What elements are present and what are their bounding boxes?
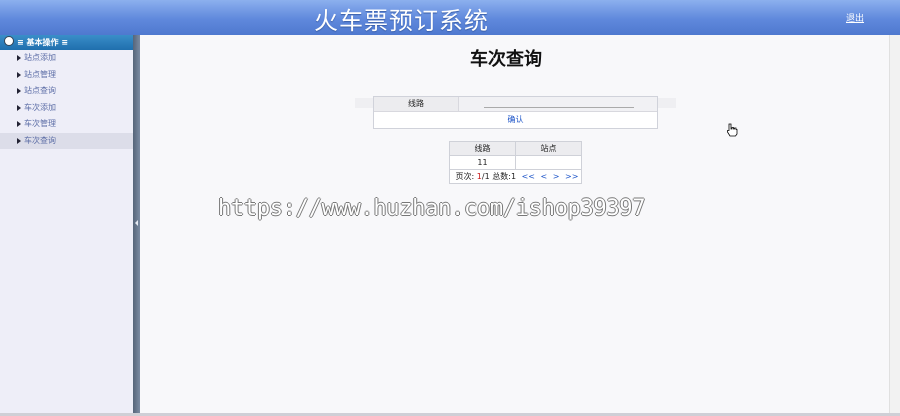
sidebar-splitter[interactable] — [133, 35, 140, 413]
result-table: 线路 站点 11 页次: 1/1 总数:1 << < > >> — [449, 141, 583, 184]
collapse-arrow-icon[interactable] — [135, 220, 138, 226]
pager-total-count: 1 — [510, 172, 517, 181]
route-input[interactable] — [484, 98, 634, 108]
arrow-right-icon — [17, 104, 21, 111]
menu-heading-label: ≡ 基本操作 ≡ — [17, 38, 68, 47]
arrow-right-icon — [17, 137, 21, 144]
cell-route: 11 — [449, 155, 516, 170]
pager-row: 页次: 1/1 总数:1 << < > >> — [449, 169, 582, 184]
pager-next-link[interactable]: > — [553, 172, 560, 181]
cell-station — [514, 155, 583, 170]
pager-total-pages: /1 — [481, 172, 490, 181]
top-header: 火车票预订系统 退出 — [0, 0, 900, 35]
sidebar-item-train-manage[interactable]: 车次管理 — [0, 116, 133, 133]
arrow-right-icon — [17, 121, 21, 127]
route-row: 线路 — [374, 97, 657, 112]
form-decor-right — [656, 98, 676, 108]
logout-link[interactable]: 退出 — [846, 11, 864, 24]
sidebar-item-label: 车次管理 — [24, 119, 56, 128]
pager: 页次: 1/1 总数:1 << < > >> — [449, 169, 582, 184]
watermark-text: https://www.huzhan.com/ishop39397 — [218, 196, 646, 221]
arrow-right-icon — [17, 71, 21, 78]
sidebar-item-label: 站点管理 — [24, 69, 56, 79]
pager-total-label: 总数: — [492, 172, 511, 181]
pager-page-label: 页次: — [455, 172, 475, 181]
sidebar-item-train-add[interactable]: 车次添加 — [0, 100, 133, 117]
column-header-station: 站点 — [514, 141, 583, 156]
table-header-row: 线路 站点 — [449, 141, 583, 156]
pager-prev-link[interactable]: < — [541, 172, 548, 181]
system-title: 火车票预订系统 — [314, 7, 489, 35]
sidebar-item-label: 车次添加 — [24, 102, 56, 112]
sidebar-item-label: 车次查询 — [24, 135, 56, 145]
arrow-right-icon — [17, 88, 21, 94]
sidebar-item-station-add[interactable]: 站点添加 — [0, 50, 133, 67]
route-input-cell — [459, 97, 657, 111]
table-row: 11 — [449, 155, 583, 170]
pager-last-link[interactable]: >> — [565, 172, 578, 181]
query-form: 线路 确认 — [373, 96, 658, 129]
sidebar-item-label: 站点添加 — [24, 53, 56, 62]
confirm-row: 确认 — [374, 112, 657, 128]
sidebar-item-station-query[interactable]: 站点查询 — [0, 83, 133, 100]
sidebar: ≡ 基本操作 ≡ 站点添加 站点管理 站点查询 车次添加 车次管理 车次查询 — [0, 35, 134, 413]
main-content: 车次查询 线路 确认 线路 站点 11 页次: 1/1 总数:1 << < > … — [140, 35, 900, 413]
confirm-button[interactable]: 确认 — [508, 115, 524, 124]
hand-cursor-icon — [727, 123, 738, 137]
menu-bullet-icon — [4, 36, 14, 46]
page-title: 车次查询 — [470, 49, 542, 70]
vertical-scrollbar[interactable] — [889, 35, 900, 413]
sidebar-item-station-manage[interactable]: 站点管理 — [0, 67, 133, 84]
arrow-right-icon — [17, 55, 21, 61]
route-label: 线路 — [374, 97, 459, 111]
pager-first-link[interactable]: << — [522, 172, 535, 181]
form-decor-left — [355, 98, 373, 108]
sidebar-item-label: 站点查询 — [24, 86, 56, 95]
menu-heading[interactable]: ≡ 基本操作 ≡ — [0, 35, 133, 50]
sidebar-item-train-query[interactable]: 车次查询 — [0, 132, 133, 149]
column-header-route: 线路 — [449, 141, 516, 156]
